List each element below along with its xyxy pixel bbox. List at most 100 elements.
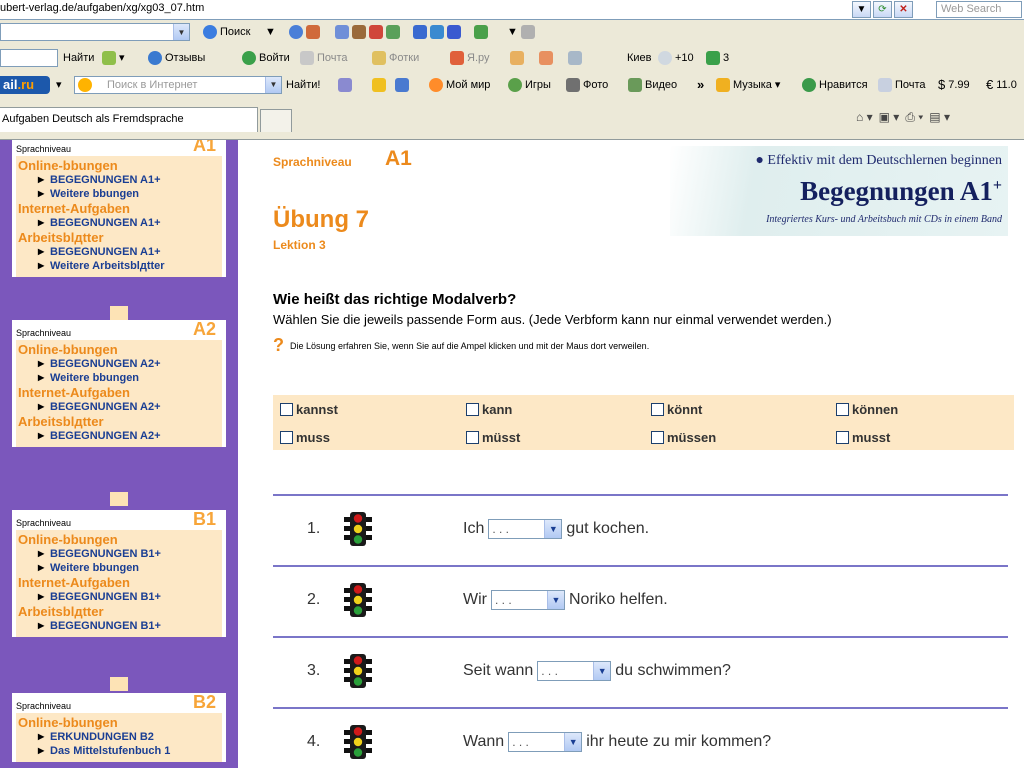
section-link[interactable]: Internet-Aufgaben bbox=[18, 385, 222, 400]
check-icon[interactable] bbox=[474, 25, 488, 39]
pen-icon[interactable] bbox=[520, 25, 535, 39]
sub-link[interactable]: ERKUNDUNGEN B2 bbox=[18, 730, 222, 744]
sub-link[interactable]: BEGEGNUNGEN A1+ bbox=[18, 173, 222, 187]
chevron-down-icon[interactable]: ▼ bbox=[265, 77, 281, 93]
checkbox[interactable] bbox=[280, 403, 293, 416]
globe-icon[interactable] bbox=[289, 25, 303, 39]
section-link[interactable]: Online-bbungen bbox=[18, 158, 222, 173]
word-checkbox-item[interactable]: musst bbox=[836, 430, 890, 445]
stop-icon[interactable]: ✕ bbox=[894, 1, 913, 18]
city-label[interactable]: Киев bbox=[627, 44, 652, 71]
modal-verb-select[interactable]: . . . ▼ bbox=[488, 519, 563, 539]
word-checkbox-item[interactable]: kannst bbox=[280, 402, 338, 417]
video-button[interactable]: Видео bbox=[628, 71, 677, 98]
internet-find-button[interactable]: Найти! bbox=[286, 71, 320, 98]
yaru-button[interactable]: Я.ру bbox=[450, 44, 490, 71]
new-tab-button[interactable] bbox=[260, 109, 292, 132]
font-size-icon[interactable] bbox=[338, 71, 352, 98]
section-link[interactable]: Arbeitsblдtter bbox=[18, 230, 222, 245]
traffic-light-icon[interactable] bbox=[340, 653, 376, 689]
sub-link[interactable]: BEGEGNUNGEN A1+ bbox=[18, 216, 222, 230]
traffic-light-icon[interactable] bbox=[340, 582, 376, 618]
photos-button[interactable]: Фотки bbox=[372, 44, 419, 71]
reviews-button[interactable]: Отзывы bbox=[148, 44, 205, 71]
home-icon[interactable]: ⌂ ▾ bbox=[856, 110, 873, 125]
web-search-input[interactable]: Web Search bbox=[936, 1, 1022, 18]
sub-link[interactable]: BEGEGNUNGEN A2+ bbox=[18, 429, 222, 443]
highlighter-icon[interactable] bbox=[372, 71, 386, 98]
chat-icon[interactable] bbox=[335, 25, 349, 39]
page-icon[interactable]: ▤ ▾ bbox=[929, 110, 950, 125]
chevron-down-icon[interactable]: ▼ bbox=[546, 591, 564, 609]
bookmark-dropdown-arrow[interactable]: ▼ bbox=[507, 26, 518, 38]
word-checkbox-item[interactable]: muss bbox=[280, 430, 330, 445]
section-link[interactable]: Arbeitsblдtter bbox=[18, 414, 222, 429]
address-bar[interactable]: ubert-verlag.de/aufgaben/xg/xg03_07.htm … bbox=[0, 0, 1024, 20]
dropdown-arrow[interactable]: ▼ bbox=[265, 20, 276, 44]
network-icon[interactable] bbox=[386, 25, 400, 39]
sub-link[interactable]: BEGEGNUNGEN B1+ bbox=[18, 590, 222, 604]
section-link[interactable]: Online-bbungen bbox=[18, 715, 222, 730]
mail-link[interactable]: Почта bbox=[878, 71, 926, 98]
chevron-down-icon[interactable]: ▼ bbox=[564, 733, 582, 751]
window-icon[interactable] bbox=[395, 71, 409, 98]
section-link[interactable]: Internet-Aufgaben bbox=[18, 201, 222, 216]
rss-icon[interactable]: ▣ ▾ bbox=[879, 110, 900, 125]
my-world-button[interactable]: Мой мир bbox=[429, 71, 490, 98]
toolbar-search-combo[interactable]: ▼ bbox=[0, 23, 190, 41]
word-checkbox-item[interactable]: kann bbox=[466, 402, 512, 417]
modal-verb-select[interactable]: . . . ▼ bbox=[537, 661, 612, 681]
checkbox[interactable] bbox=[836, 431, 849, 444]
find-button[interactable]: Найти bbox=[63, 44, 94, 71]
photo-button[interactable]: Фото bbox=[566, 71, 608, 98]
section-link[interactable]: Internet-Aufgaben bbox=[18, 575, 222, 590]
search-button[interactable]: Поиск bbox=[203, 20, 250, 44]
traffic-light-icon[interactable] bbox=[340, 724, 376, 760]
word-checkbox-item[interactable]: können bbox=[836, 402, 898, 417]
checkbox[interactable] bbox=[651, 403, 664, 416]
login-button[interactable]: Войти bbox=[242, 44, 290, 71]
book-banner[interactable]: ● Effektiv mit dem Deutschlernen beginne… bbox=[670, 146, 1008, 236]
toolbar-icons[interactable]: ▼ bbox=[289, 20, 535, 44]
sub-link[interactable]: Weitere bbungen bbox=[18, 187, 222, 201]
word-checkbox-item[interactable]: müssen bbox=[651, 430, 716, 445]
internet-search-input[interactable]: Поиск в Интернет ▼ bbox=[74, 76, 282, 94]
notification-counter[interactable]: 3 bbox=[706, 44, 729, 71]
refresh-icon[interactable]: ⟳ bbox=[873, 1, 892, 18]
chevron-down-icon[interactable]: ▼ bbox=[173, 24, 189, 40]
likes-button[interactable]: Нравится bbox=[802, 71, 868, 98]
word-checkbox-item[interactable]: müsst bbox=[466, 430, 520, 445]
people-icon[interactable] bbox=[352, 25, 366, 39]
mail-icon[interactable] bbox=[369, 25, 383, 39]
weather-widget[interactable]: +10 bbox=[658, 44, 694, 71]
tab-active[interactable]: Aufgaben Deutsch als Fremdsprache bbox=[0, 107, 258, 132]
checkbox[interactable] bbox=[466, 403, 479, 416]
sub-link[interactable]: Weitere bbungen bbox=[18, 371, 222, 385]
word-checkbox-item[interactable]: könnt bbox=[651, 402, 702, 417]
checkbox[interactable] bbox=[836, 403, 849, 416]
sub-link[interactable]: BEGEGNUNGEN A1+ bbox=[18, 245, 222, 259]
url-text[interactable]: ubert-verlag.de/aufgaben/xg/xg03_07.htm bbox=[0, 2, 204, 14]
section-link[interactable]: Online-bbungen bbox=[18, 342, 222, 357]
sub-link[interactable]: BEGEGNUNGEN B1+ bbox=[18, 547, 222, 561]
checkbox[interactable] bbox=[280, 431, 293, 444]
more-chevron[interactable]: » bbox=[697, 71, 704, 98]
sub-link[interactable]: BEGEGNUNGEN B1+ bbox=[18, 619, 222, 633]
chevron-down-icon[interactable]: ▼ bbox=[544, 520, 562, 538]
sub-link[interactable]: BEGEGNUNGEN A2+ bbox=[18, 357, 222, 371]
sub-link[interactable]: Weitere bbungen bbox=[18, 561, 222, 575]
contacts-icon[interactable] bbox=[413, 25, 427, 39]
checkbox[interactable] bbox=[466, 431, 479, 444]
toolbar-find-input[interactable] bbox=[0, 49, 58, 67]
share-icon[interactable] bbox=[447, 25, 461, 39]
print-icon[interactable]: ⎙ ▾ bbox=[905, 110, 923, 125]
user-icon[interactable] bbox=[306, 25, 320, 39]
sub-link[interactable]: Weitere Arbeitsblдtter bbox=[18, 259, 222, 273]
modal-verb-select[interactable]: . . . ▼ bbox=[508, 732, 583, 752]
group-icon[interactable] bbox=[430, 25, 444, 39]
music-button[interactable]: Музыка ▾ bbox=[716, 71, 780, 98]
sub-link[interactable]: BEGEGNUNGEN A2+ bbox=[18, 400, 222, 414]
section-link[interactable]: Arbeitsblдtter bbox=[18, 604, 222, 619]
signal-icon[interactable]: ▾ bbox=[102, 44, 125, 71]
sub-link[interactable]: Das Mittelstufenbuch 1 bbox=[18, 744, 222, 758]
